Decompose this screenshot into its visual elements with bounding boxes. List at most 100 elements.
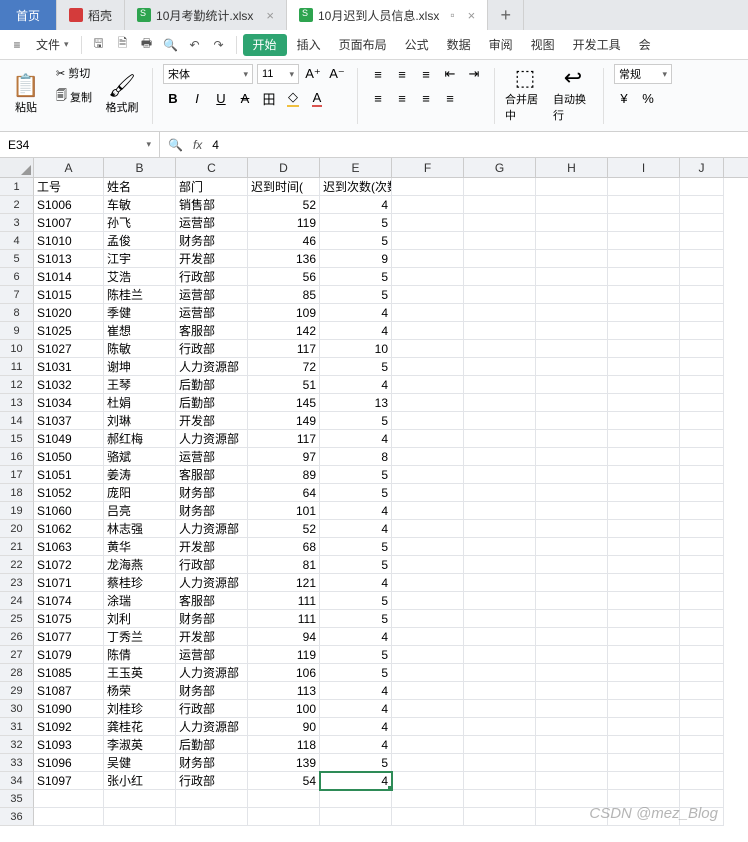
cell[interactable]: 117 [248, 430, 320, 448]
cell[interactable]: 64 [248, 484, 320, 502]
cell[interactable]: 136 [248, 250, 320, 268]
row-header[interactable]: 2 [0, 196, 34, 214]
cell[interactable] [608, 538, 680, 556]
cell[interactable] [680, 232, 724, 250]
cell[interactable]: 销售部 [176, 196, 248, 214]
cell[interactable]: 开发部 [176, 412, 248, 430]
cell[interactable]: 人力资源部 [176, 574, 248, 592]
cell[interactable]: 4 [320, 628, 392, 646]
cell[interactable]: 杨荣 [104, 682, 176, 700]
cell[interactable] [536, 304, 608, 322]
cell[interactable]: S1051 [34, 466, 104, 484]
row-header[interactable]: 17 [0, 466, 34, 484]
ribbon-tab-more[interactable]: 会 [631, 30, 659, 59]
cell[interactable]: 蔡桂珍 [104, 574, 176, 592]
cell[interactable] [680, 610, 724, 628]
cell[interactable] [680, 448, 724, 466]
cell[interactable] [680, 358, 724, 376]
row-header[interactable]: 9 [0, 322, 34, 340]
cell[interactable]: 王玉英 [104, 664, 176, 682]
cell[interactable] [464, 502, 536, 520]
cell[interactable]: S1013 [34, 250, 104, 268]
cell[interactable]: 52 [248, 196, 320, 214]
cell[interactable]: 111 [248, 592, 320, 610]
cell[interactable]: S1090 [34, 700, 104, 718]
cell[interactable] [536, 682, 608, 700]
cell[interactable]: 52 [248, 520, 320, 538]
cell[interactable] [464, 286, 536, 304]
cell[interactable] [536, 358, 608, 376]
col-header-C[interactable]: C [176, 158, 248, 177]
ribbon-tab-review[interactable]: 审阅 [481, 30, 521, 59]
cell[interactable]: 145 [248, 394, 320, 412]
cell[interactable] [536, 196, 608, 214]
cell[interactable]: 杜娟 [104, 394, 176, 412]
cell[interactable]: 运营部 [176, 214, 248, 232]
cell[interactable]: 5 [320, 664, 392, 682]
row-header[interactable]: 21 [0, 538, 34, 556]
row-header[interactable]: 18 [0, 484, 34, 502]
cell[interactable]: 51 [248, 376, 320, 394]
col-header-F[interactable]: F [392, 158, 464, 177]
cell[interactable]: 人力资源部 [176, 430, 248, 448]
cell[interactable] [536, 808, 608, 826]
cell[interactable] [392, 214, 464, 232]
hamburger-icon[interactable]: ≡ [6, 34, 28, 56]
cell[interactable]: 丁秀兰 [104, 628, 176, 646]
cell[interactable]: 97 [248, 448, 320, 466]
cell[interactable]: 54 [248, 772, 320, 790]
cell[interactable]: S1097 [34, 772, 104, 790]
cell[interactable]: 运营部 [176, 646, 248, 664]
cell[interactable] [464, 214, 536, 232]
cell[interactable]: 财务部 [176, 754, 248, 772]
row-header[interactable]: 11 [0, 358, 34, 376]
font-family-select[interactable]: 宋体▾ [163, 64, 253, 84]
cell[interactable]: S1034 [34, 394, 104, 412]
row-header[interactable]: 31 [0, 718, 34, 736]
cell[interactable]: 工号 [34, 178, 104, 196]
close-icon[interactable]: × [266, 8, 274, 23]
col-header-G[interactable]: G [464, 158, 536, 177]
cell[interactable] [464, 304, 536, 322]
cell[interactable] [680, 322, 724, 340]
row-header[interactable]: 6 [0, 268, 34, 286]
cell[interactable] [680, 304, 724, 322]
cell[interactable]: 人力资源部 [176, 520, 248, 538]
col-header-B[interactable]: B [104, 158, 176, 177]
cell[interactable] [392, 484, 464, 502]
cell[interactable]: S1075 [34, 610, 104, 628]
col-header-I[interactable]: I [608, 158, 680, 177]
cell[interactable] [464, 790, 536, 808]
cell[interactable]: 111 [248, 610, 320, 628]
cell[interactable] [608, 772, 680, 790]
cell[interactable]: 行政部 [176, 700, 248, 718]
cell[interactable]: S1096 [34, 754, 104, 772]
cell[interactable] [536, 466, 608, 484]
align-bottom-icon[interactable]: ≡ [416, 64, 436, 84]
indent-decrease-icon[interactable]: ⇤ [440, 64, 460, 84]
cell[interactable] [536, 502, 608, 520]
cell[interactable] [464, 628, 536, 646]
cell[interactable] [680, 196, 724, 214]
restore-icon[interactable]: ▫ [450, 8, 454, 22]
cell[interactable] [680, 538, 724, 556]
cell[interactable]: 财务部 [176, 502, 248, 520]
row-header[interactable]: 22 [0, 556, 34, 574]
cell[interactable]: 人力资源部 [176, 718, 248, 736]
increase-font-icon[interactable]: A⁺ [303, 64, 323, 84]
cell[interactable]: S1093 [34, 736, 104, 754]
cell[interactable]: 龚桂花 [104, 718, 176, 736]
cell[interactable] [392, 250, 464, 268]
cell[interactable]: 100 [248, 700, 320, 718]
cell[interactable]: S1025 [34, 322, 104, 340]
row-header[interactable]: 28 [0, 664, 34, 682]
cell[interactable] [680, 268, 724, 286]
col-header-H[interactable]: H [536, 158, 608, 177]
cell[interactable] [392, 340, 464, 358]
print-preview-icon[interactable]: 🔍 [160, 34, 182, 56]
cell[interactable] [104, 790, 176, 808]
cell[interactable]: S1037 [34, 412, 104, 430]
cell[interactable]: 谢坤 [104, 358, 176, 376]
cell[interactable] [680, 754, 724, 772]
cell[interactable]: 客服部 [176, 466, 248, 484]
